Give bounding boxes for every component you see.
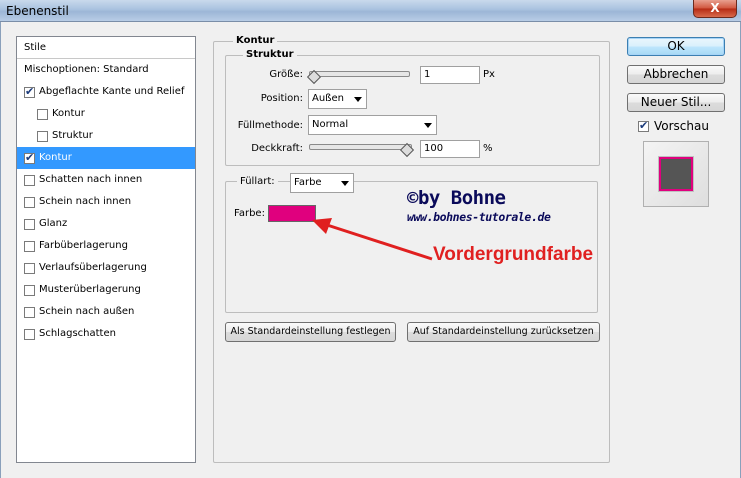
- style-list-item-label: Farbüberlagerung: [39, 240, 128, 251]
- fill-value: Farbe: [294, 177, 322, 188]
- stroke-color-swatch[interactable]: [268, 205, 316, 222]
- chevron-down-icon: [341, 181, 349, 186]
- blend-value: Normal: [312, 119, 349, 130]
- style-list-item-label: Struktur: [52, 130, 93, 141]
- new-style-button[interactable]: Neuer Stil...: [627, 93, 725, 112]
- style-list-item[interactable]: Schein nach innen: [17, 191, 195, 213]
- style-checkbox[interactable]: [37, 109, 48, 120]
- style-list-item[interactable]: ✔ Abgeflachte Kante und Relief: [17, 81, 195, 103]
- style-list-item-label: Kontur: [52, 108, 85, 119]
- style-checkbox[interactable]: [24, 197, 35, 208]
- style-preview: [643, 141, 709, 207]
- chevron-down-icon: [424, 123, 432, 128]
- style-list-item-label: Schein nach innen: [39, 196, 132, 207]
- preview-checkbox[interactable]: ✔: [638, 119, 649, 132]
- cancel-button[interactable]: Abbrechen: [627, 65, 725, 84]
- style-list-item[interactable]: Glanz: [17, 213, 195, 235]
- style-checkbox[interactable]: [24, 263, 35, 274]
- style-list-item-label: Kontur: [39, 152, 72, 163]
- color-label: Farbe:: [234, 208, 265, 219]
- style-list-item[interactable]: Struktur: [17, 125, 195, 147]
- checkmark-icon: ✔: [25, 85, 35, 98]
- style-checkbox[interactable]: ✔: [24, 85, 35, 98]
- ok-button[interactable]: OK: [627, 37, 725, 56]
- blend-select[interactable]: Normal: [308, 115, 437, 135]
- style-list-item-label: Musterüberlagerung: [39, 284, 141, 295]
- size-label: Größe:: [269, 69, 303, 80]
- style-checkbox[interactable]: [24, 285, 35, 296]
- style-list-item[interactable]: Schatten nach innen: [17, 169, 195, 191]
- style-list-item-label: Schein nach außen: [39, 306, 135, 317]
- style-checkbox[interactable]: ✔: [24, 151, 35, 164]
- window-title: Ebenenstil: [6, 4, 69, 18]
- close-button[interactable]: X: [693, 0, 737, 18]
- preview-thumbnail: [659, 157, 693, 191]
- style-list-item[interactable]: ✔ Kontur: [17, 147, 195, 169]
- kontur-title: Kontur: [233, 35, 278, 46]
- set-default-button[interactable]: Als Standardeinstellung festlegen: [225, 322, 396, 342]
- fill-select[interactable]: Farbe: [290, 173, 354, 193]
- title-bar: Ebenenstil X: [0, 0, 741, 22]
- style-list-item[interactable]: Musterüberlagerung: [17, 279, 195, 301]
- annotation-label: Vordergrundfarbe: [433, 244, 594, 265]
- style-checkbox[interactable]: [24, 219, 35, 230]
- style-list-item-label: Schatten nach innen: [39, 174, 143, 185]
- style-list-header[interactable]: Stile: [17, 37, 195, 59]
- style-list-item-label: Glanz: [39, 218, 68, 229]
- opacity-slider-track[interactable]: [309, 144, 412, 150]
- style-list-item[interactable]: Schlagschatten: [17, 323, 195, 345]
- size-slider-track[interactable]: [309, 71, 410, 77]
- opacity-input[interactable]: 100: [420, 140, 480, 158]
- blend-label: Füllmethode:: [237, 120, 303, 131]
- style-list-item[interactable]: Farbüberlagerung: [17, 235, 195, 257]
- size-unit: Px: [483, 69, 495, 80]
- style-list-item-label: Schlagschatten: [39, 328, 116, 339]
- fill-label: Füllart:: [237, 176, 278, 187]
- preview-label: Vorschau: [654, 119, 709, 133]
- opacity-unit: %: [483, 143, 493, 154]
- position-value: Außen: [312, 93, 344, 104]
- style-checkbox[interactable]: [24, 329, 35, 340]
- style-checkbox[interactable]: [24, 307, 35, 318]
- style-checkbox[interactable]: [37, 131, 48, 142]
- reset-default-button[interactable]: Auf Standardeinstellung zurücksetzen: [407, 322, 600, 342]
- position-select[interactable]: Außen: [308, 89, 367, 109]
- checkmark-icon: ✔: [639, 119, 649, 132]
- size-input[interactable]: 1: [420, 66, 480, 84]
- chevron-down-icon: [354, 97, 362, 102]
- style-list: Stile Mischoptionen: Standard ✔ Abgeflacht…: [16, 36, 196, 463]
- style-list-item-label: Verlaufsüberlagerung: [39, 262, 147, 273]
- struktur-title: Struktur: [243, 49, 297, 60]
- style-list-item[interactable]: Kontur: [17, 103, 195, 125]
- style-checkbox[interactable]: [24, 175, 35, 186]
- style-checkbox[interactable]: [24, 241, 35, 252]
- checkmark-icon: ✔: [25, 151, 35, 164]
- style-list-item[interactable]: Mischoptionen: Standard: [17, 59, 195, 81]
- style-list-item-label: Mischoptionen: Standard: [24, 64, 149, 75]
- style-list-item[interactable]: Schein nach außen: [17, 301, 195, 323]
- style-list-item-label: Abgeflachte Kante und Relief: [39, 86, 185, 97]
- opacity-label: Deckkraft:: [251, 143, 303, 154]
- watermark-text: ©by Bohne: [407, 187, 506, 209]
- annotation-arrow-icon: [312, 218, 433, 261]
- style-list-item[interactable]: Verlaufsüberlagerung: [17, 257, 195, 279]
- position-label: Position:: [260, 93, 303, 104]
